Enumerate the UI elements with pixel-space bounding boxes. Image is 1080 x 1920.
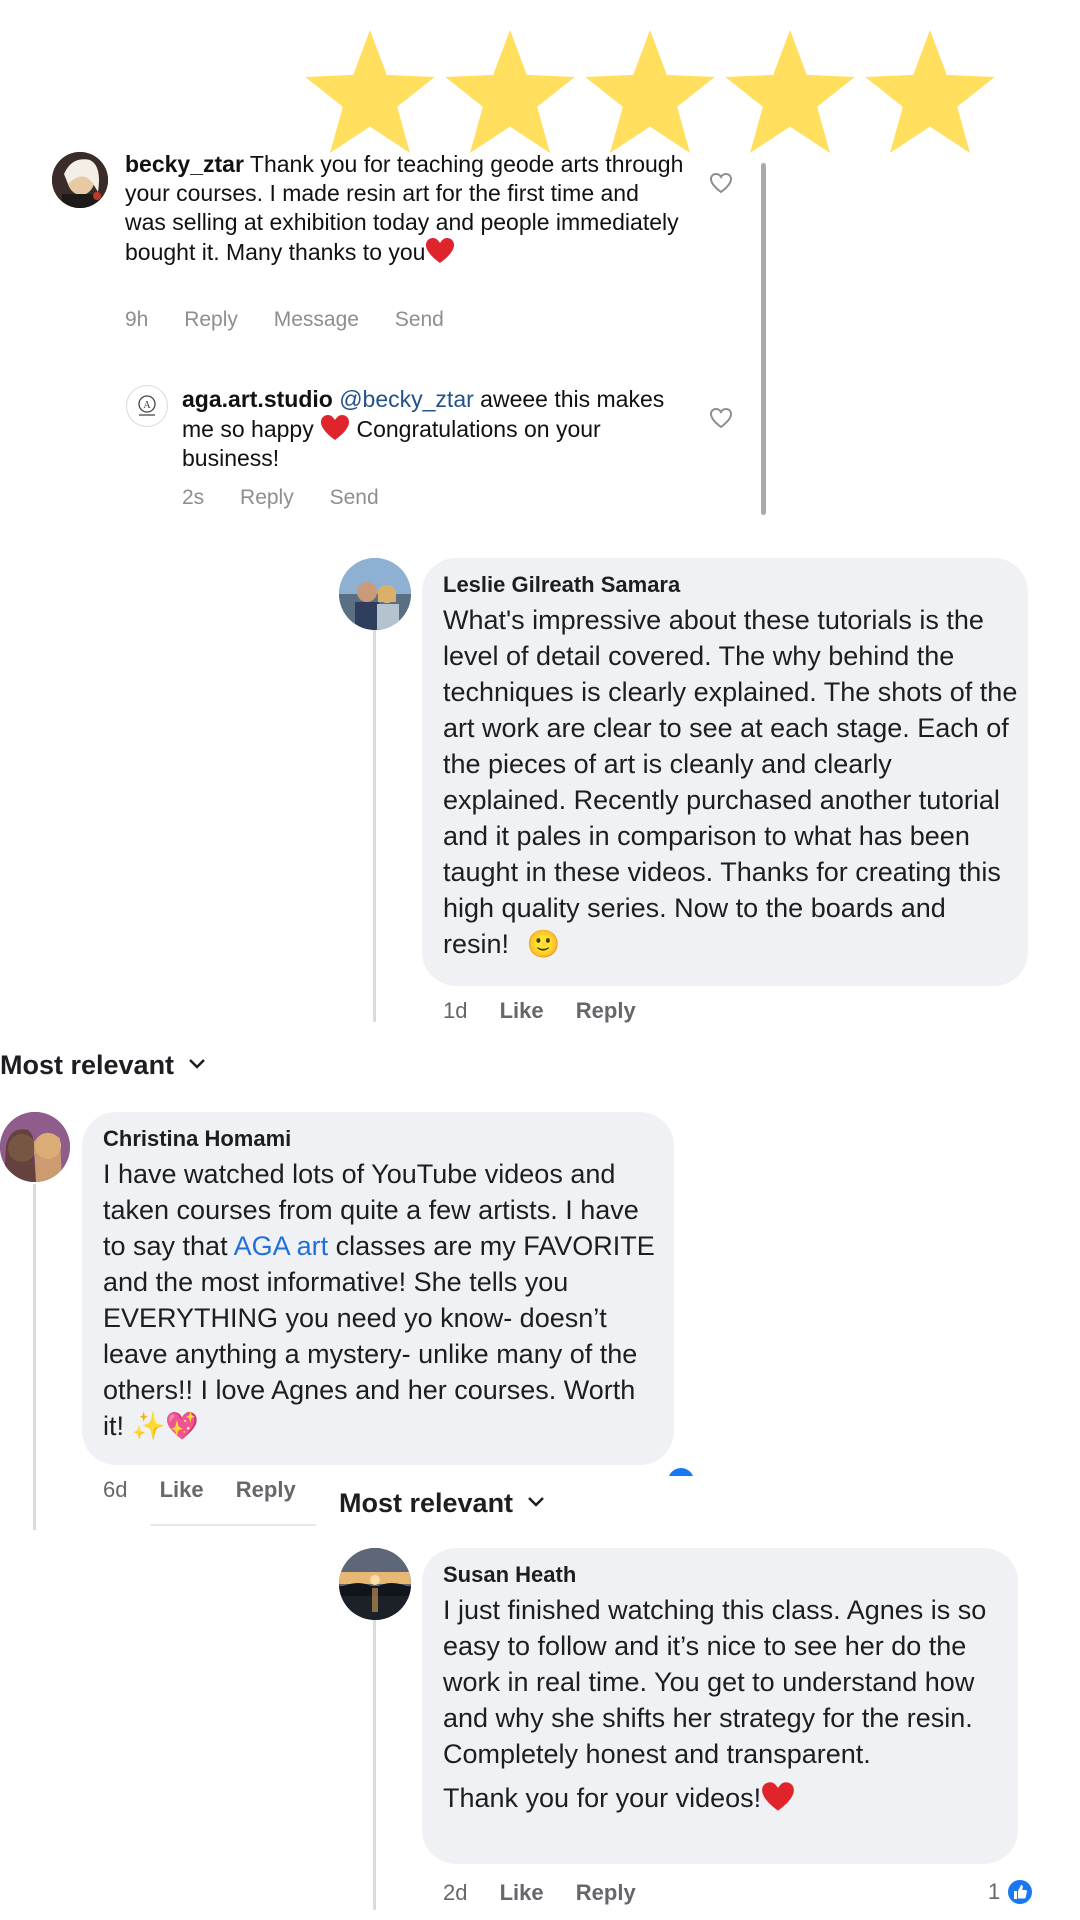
like-button[interactable]: Like bbox=[500, 998, 544, 1024]
thread-line bbox=[373, 630, 376, 1022]
red-heart-icon bbox=[426, 238, 455, 263]
ig-reply-time: 2s bbox=[182, 486, 205, 509]
star-icon bbox=[445, 30, 575, 153]
sparkles-heart-emoji: ✨💖 bbox=[131, 1411, 199, 1441]
like-reaction-icon bbox=[1006, 1878, 1035, 1906]
ig-send-button[interactable]: Send bbox=[395, 308, 444, 332]
reaction-count-value: 1 bbox=[988, 1879, 1001, 1904]
ig-reply-like-button[interactable] bbox=[709, 407, 733, 434]
profile-photo-icon bbox=[339, 558, 411, 630]
chevron-down-icon bbox=[189, 1059, 205, 1069]
studio-logo-icon: A bbox=[138, 395, 156, 416]
avatar-leslie[interactable] bbox=[339, 558, 411, 630]
ig-reply-username[interactable]: aga.art.studio bbox=[182, 386, 333, 412]
star-icon bbox=[725, 30, 855, 153]
avatar-becky[interactable] bbox=[52, 152, 108, 208]
chevron-down-icon bbox=[528, 1497, 544, 1507]
reaction-badge-partial bbox=[668, 1468, 694, 1476]
profile-photo-icon bbox=[52, 152, 108, 208]
avatar-susan[interactable] bbox=[339, 1548, 411, 1620]
sort-dropdown[interactable]: Most relevant bbox=[0, 1050, 206, 1081]
comment-meta-christina: 6d Like Reply bbox=[103, 1477, 322, 1503]
comment-text-part-2: classes are my FAVORITE and the most inf… bbox=[103, 1231, 655, 1441]
thread-line bbox=[373, 1620, 376, 1910]
avatar-aga-art-studio[interactable]: A bbox=[126, 385, 168, 427]
aga-art-link[interactable]: AGA art bbox=[234, 1231, 329, 1261]
scrollbar[interactable] bbox=[761, 163, 766, 515]
heart-outline-icon bbox=[709, 172, 733, 194]
reply-button[interactable]: Reply bbox=[576, 998, 636, 1024]
commenter-name[interactable]: Susan Heath bbox=[443, 1562, 576, 1588]
comment-text-body: I just finished watching this class. Agn… bbox=[443, 1595, 987, 1769]
commenter-name[interactable]: Leslie Gilreath Samara bbox=[443, 572, 680, 598]
five-star-rating bbox=[300, 22, 1000, 162]
comment-bubble-leslie: Leslie Gilreath Samara What's impressive… bbox=[422, 558, 1028, 986]
reply-button[interactable]: Reply bbox=[576, 1880, 636, 1906]
sort-dropdown[interactable]: Most relevant bbox=[339, 1488, 545, 1519]
sort-label: Most relevant bbox=[0, 1050, 175, 1080]
ig-reply-button[interactable]: Reply bbox=[184, 308, 238, 332]
ig-like-button[interactable] bbox=[709, 172, 733, 199]
comment-bubble-susan: Susan Heath I just finished watching thi… bbox=[422, 1548, 1018, 1864]
like-button[interactable]: Like bbox=[160, 1477, 204, 1503]
ig-reply-meta: 2s Reply Send bbox=[182, 486, 409, 510]
reply-button[interactable]: Reply bbox=[236, 1477, 296, 1503]
comment-bubble-christina: Christina Homami I have watched lots of … bbox=[82, 1112, 674, 1465]
comment-meta-susan: 2d Like Reply bbox=[443, 1880, 662, 1906]
comment-text-body: What's impressive about these tutorials … bbox=[443, 605, 1018, 959]
comment-text: I have watched lots of YouTube videos an… bbox=[103, 1156, 663, 1444]
comment-text: I just finished watching this class. Agn… bbox=[443, 1592, 1008, 1816]
sort-label: Most relevant bbox=[339, 1488, 514, 1518]
ig-comment-time: 9h bbox=[125, 308, 149, 331]
divider bbox=[150, 1524, 316, 1526]
red-heart-icon bbox=[762, 1782, 795, 1811]
profile-photo-icon bbox=[339, 1548, 411, 1620]
ig-message-button[interactable]: Message bbox=[274, 308, 359, 332]
comment-text: What's impressive about these tutorials … bbox=[443, 602, 1018, 962]
comment-text-thanks: Thank you for your videos! bbox=[443, 1783, 762, 1813]
reaction-count[interactable]: 1 bbox=[988, 1878, 1035, 1906]
comment-time: 2d bbox=[443, 1880, 468, 1905]
comment-time: 1d bbox=[443, 998, 468, 1023]
ig-reply-body: aga.art.studio @becky_ztar aweee this ma… bbox=[182, 385, 682, 473]
profile-photo-icon bbox=[0, 1112, 70, 1182]
avatar-christina[interactable] bbox=[0, 1112, 70, 1182]
star-row bbox=[305, 30, 995, 153]
red-heart-icon bbox=[321, 415, 350, 440]
star-icon bbox=[865, 30, 995, 153]
ig-reply-reply-button[interactable]: Reply bbox=[240, 486, 294, 510]
ig-comment-meta: 9h Reply Message Send bbox=[125, 308, 474, 332]
like-button[interactable]: Like bbox=[500, 1880, 544, 1906]
commenter-name[interactable]: Christina Homami bbox=[103, 1126, 291, 1152]
comment-meta-leslie: 1d Like Reply bbox=[443, 998, 662, 1024]
svg-text:A: A bbox=[143, 400, 151, 411]
ig-username[interactable]: becky_ztar bbox=[125, 151, 244, 177]
star-icon bbox=[585, 30, 715, 153]
ig-reply-send-button[interactable]: Send bbox=[330, 486, 379, 510]
comment-time: 6d bbox=[103, 1477, 128, 1502]
star-icon bbox=[305, 30, 435, 153]
thread-line bbox=[33, 1184, 36, 1530]
ig-mention-link[interactable]: @becky_ztar bbox=[339, 386, 474, 412]
heart-outline-icon bbox=[709, 407, 733, 429]
slight-smile-emoji: 🙂 bbox=[526, 929, 561, 959]
ig-comment-body: becky_ztar Thank you for teaching geode … bbox=[125, 150, 685, 267]
